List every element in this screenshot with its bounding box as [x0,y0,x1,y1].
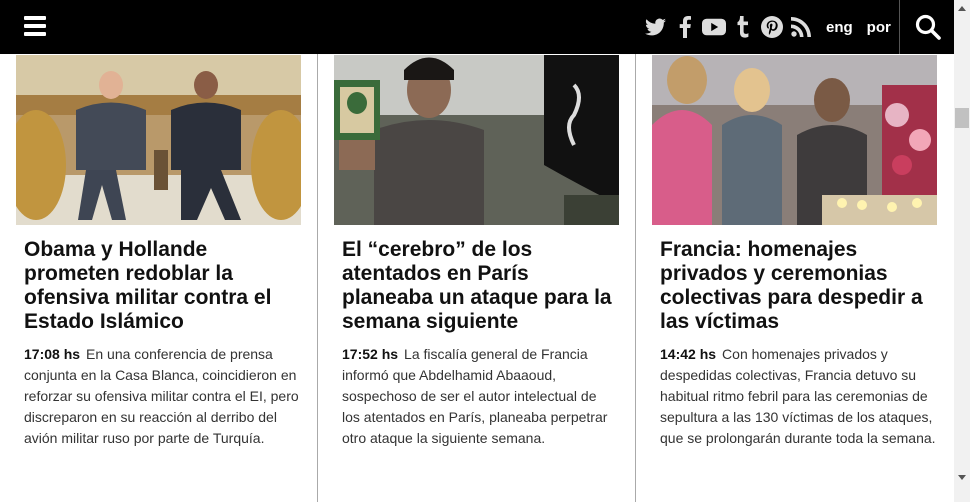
hamburger-menu-icon[interactable] [24,16,46,36]
article-photo-3[interactable] [652,55,937,225]
article-summary-2: 17:52 hs La fiscalía general de Francia i… [342,344,618,449]
article-time-2: 17:52 hs [342,346,399,362]
scroll-down-icon[interactable] [954,470,970,486]
article-card-3: Francia: homenajes privados y ceremonias… [635,54,954,502]
article-time-1: 17:08 hs [24,346,81,362]
language-link-eng[interactable]: eng [826,19,853,36]
article-photo-2[interactable] [334,55,619,225]
youtube-icon[interactable] [702,15,726,39]
article-card-2: El “cerebro” de los atentados en París p… [317,54,636,502]
tumblr-icon[interactable] [731,15,755,39]
language-link-por[interactable]: por [867,19,891,36]
article-time-3: 14:42 hs [660,346,717,362]
article-card-1: Obama y Hollande prometen redoblar la of… [0,54,318,502]
search-button[interactable] [899,0,955,54]
vertical-scrollbar[interactable] [954,0,970,502]
article-headline-2[interactable]: El “cerebro” de los atentados en París p… [342,238,622,334]
scrollbar-thumb[interactable] [955,108,969,128]
scroll-up-icon[interactable] [954,0,970,16]
article-headline-1[interactable]: Obama y Hollande prometen redoblar la of… [24,238,304,334]
rss-icon[interactable] [789,15,813,39]
article-headline-3[interactable]: Francia: homenajes privados y ceremonias… [660,238,940,334]
article-photo-1[interactable] [16,55,301,225]
pinterest-icon[interactable] [760,15,784,39]
article-summary-1: 17:08 hs En una conferencia de prensa con… [24,344,300,449]
search-icon [915,14,941,40]
article-summary-3: 14:42 hs Con homenajes privados y despedi… [660,344,936,449]
social-links: eng por [644,0,891,54]
top-navigation-bar: eng por [0,0,954,54]
twitter-icon[interactable] [644,15,668,39]
facebook-icon[interactable] [673,15,697,39]
